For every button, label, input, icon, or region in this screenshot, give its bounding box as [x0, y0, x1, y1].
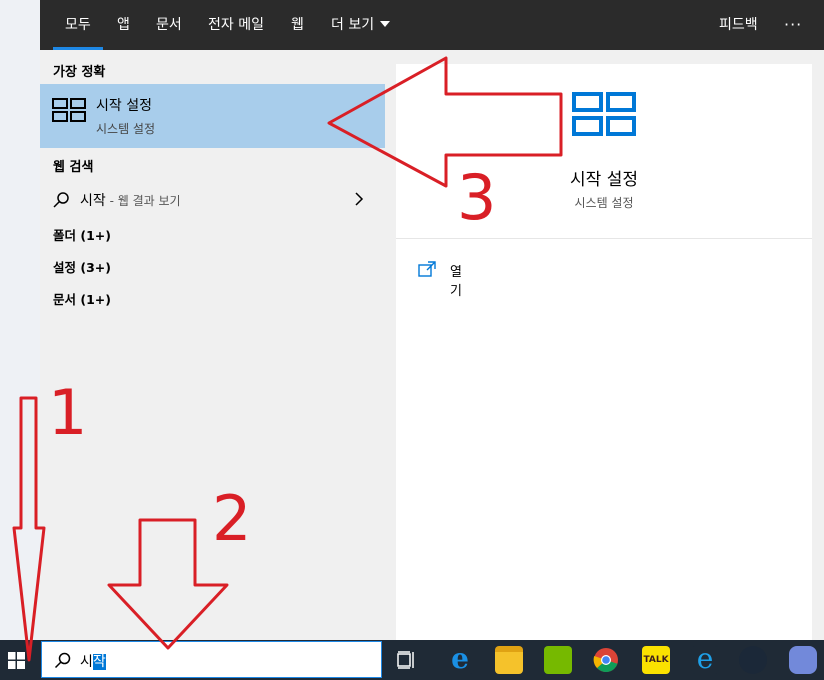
annotation-label-2: 2: [212, 482, 252, 555]
annotation-arrow-2: [107, 518, 229, 650]
annotation-arrow-3: [327, 56, 563, 188]
annotation-label-3: 3: [457, 161, 497, 234]
annotation-label-1: 1: [48, 376, 88, 449]
annotation-overlay: [12, 56, 563, 662]
annotation-arrow-1: [12, 396, 46, 662]
